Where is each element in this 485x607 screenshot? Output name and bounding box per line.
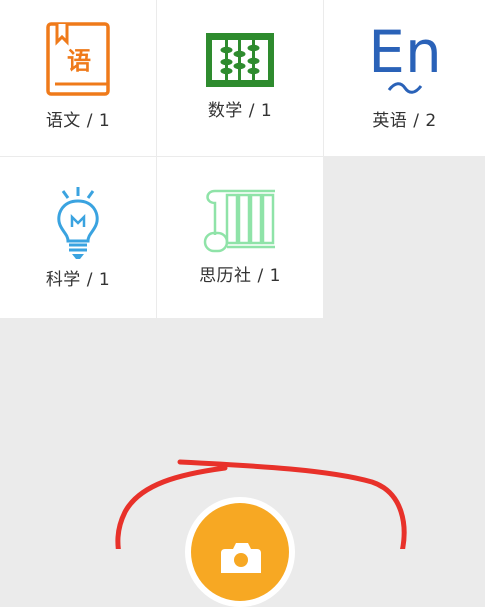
subject-label: 数学 / 1 xyxy=(207,101,273,121)
subject-tile-math[interactable]: 数学 / 1 xyxy=(157,0,323,156)
scroll-icon xyxy=(157,189,323,255)
camera-button-fill xyxy=(191,503,289,601)
subject-grid: 语 语文 / 1 数学 / 1 En 英语 / 2 科学 / 1 思历社 / 1 xyxy=(0,0,485,318)
camera-icon xyxy=(221,543,261,573)
svg-text:语: 语 xyxy=(67,47,91,75)
subject-tile-history-society[interactable]: 思历社 / 1 xyxy=(157,157,323,318)
book-icon: 语 xyxy=(0,22,156,98)
subject-label: 科学 / 1 xyxy=(45,270,111,290)
subject-label: 英语 / 2 xyxy=(372,111,437,131)
abacus-icon xyxy=(157,32,323,88)
subject-label: 思历社 / 1 xyxy=(199,266,281,286)
subject-tile-science[interactable]: 科学 / 1 xyxy=(0,157,156,318)
svg-text:En: En xyxy=(368,18,441,86)
subject-label: 语文 / 1 xyxy=(45,111,111,131)
english-en-icon: En xyxy=(324,16,485,100)
camera-button[interactable] xyxy=(185,497,295,607)
lightbulb-icon xyxy=(0,187,156,261)
subject-tile-english[interactable]: En 英语 / 2 xyxy=(324,0,485,156)
subject-tile-chinese[interactable]: 语 语文 / 1 xyxy=(0,0,156,156)
